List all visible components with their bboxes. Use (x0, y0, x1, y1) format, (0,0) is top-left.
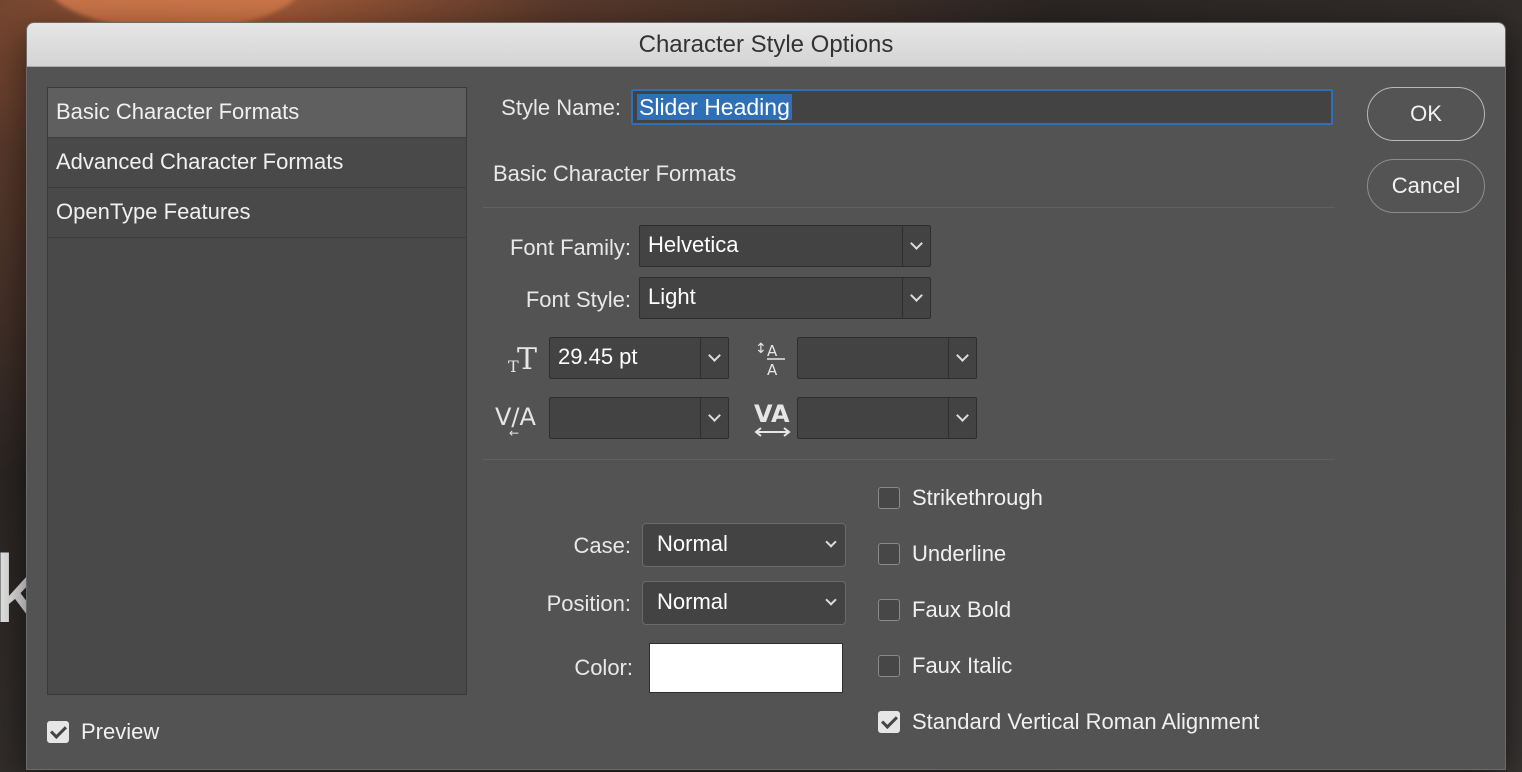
chevron-down-icon (825, 536, 837, 548)
chevron-down-icon (902, 278, 930, 318)
chevron-down-icon (948, 398, 976, 438)
position-value: Normal (657, 589, 728, 614)
chevron-down-icon (902, 226, 930, 266)
section-divider (483, 459, 1335, 460)
standard-vertical-roman-alignment-option[interactable]: Standard Vertical Roman Alignment (878, 709, 1259, 735)
font-style-value: Light (648, 284, 696, 309)
font-style-label: Font Style: (525, 287, 631, 312)
font-family-label: Font Family: (509, 235, 631, 260)
svg-text:A: A (767, 342, 778, 360)
position-dropdown[interactable]: Normal (642, 581, 846, 625)
font-style-dropdown[interactable]: Light (639, 277, 931, 319)
font-size-combo[interactable]: 29.45 pt (549, 337, 729, 379)
leading-icon: ↕ A A (755, 339, 791, 379)
svg-text:←: ← (509, 426, 519, 439)
svg-text:VA: VA (754, 400, 790, 428)
faux-bold-checkbox[interactable] (878, 599, 900, 621)
faux-bold-option[interactable]: Faux Bold (878, 597, 1011, 623)
preview-option[interactable]: Preview (47, 719, 159, 745)
standard-vertical-roman-alignment-label: Standard Vertical Roman Alignment (912, 709, 1260, 734)
faux-italic-option[interactable]: Faux Italic (878, 653, 1012, 679)
font-family-value: Helvetica (648, 232, 739, 257)
underline-checkbox[interactable] (878, 543, 900, 565)
color-swatch[interactable] (649, 643, 843, 693)
font-size-value: 29.45 pt (558, 344, 638, 369)
dialog-title: Character Style Options (27, 23, 1505, 67)
font-family-dropdown[interactable]: Helvetica (639, 225, 931, 267)
case-dropdown[interactable]: Normal (642, 523, 846, 567)
kerning-icon: V/A ← (495, 399, 539, 440)
chevron-down-icon (700, 398, 728, 438)
standard-vertical-roman-alignment-checkbox[interactable] (878, 711, 900, 733)
strikethrough-option[interactable]: Strikethrough (878, 485, 1043, 511)
style-name-label: Style Name: (501, 95, 621, 120)
svg-text:T: T (517, 342, 537, 377)
character-style-options-dialog: Character Style Options Basic Character … (26, 22, 1506, 770)
faux-italic-checkbox[interactable] (878, 655, 900, 677)
preview-label: Preview (81, 719, 160, 744)
underline-label: Underline (912, 541, 1007, 566)
kerning-combo[interactable] (549, 397, 729, 439)
ok-button[interactable]: OK (1367, 87, 1485, 141)
section-divider (483, 207, 1335, 208)
leading-combo[interactable] (797, 337, 977, 379)
style-name-input[interactable]: Slider Heading (631, 89, 1333, 125)
faux-italic-label: Faux Italic (912, 653, 1013, 678)
sidebar-item-advanced-character-formats[interactable]: Advanced Character Formats (48, 138, 466, 188)
sidebar-item-basic-character-formats[interactable]: Basic Character Formats (48, 88, 466, 138)
case-label: Case: (573, 533, 631, 558)
strikethrough-label: Strikethrough (912, 485, 1043, 510)
cancel-button[interactable]: Cancel (1367, 159, 1485, 213)
tracking-icon: VA (753, 399, 793, 439)
tracking-combo[interactable] (797, 397, 977, 439)
svg-text:↕: ↕ (755, 341, 767, 357)
position-label: Position: (546, 591, 631, 616)
sidebar-item-opentype-features[interactable]: OpenType Features (48, 188, 466, 238)
case-value: Normal (657, 531, 728, 556)
strikethrough-checkbox[interactable] (878, 487, 900, 509)
svg-text:A: A (767, 361, 778, 379)
section-title: Basic Character Formats (493, 161, 737, 186)
chevron-down-icon (700, 338, 728, 378)
chevron-down-icon (825, 594, 837, 606)
chevron-down-icon (948, 338, 976, 378)
faux-bold-label: Faux Bold (912, 597, 1012, 622)
category-sidebar: Basic Character Formats Advanced Charact… (47, 87, 467, 695)
preview-checkbox[interactable] (47, 721, 69, 743)
color-label: Color: (574, 655, 633, 680)
font-size-icon: TT (505, 339, 545, 379)
style-name-value: Slider Heading (637, 94, 792, 120)
underline-option[interactable]: Underline (878, 541, 1006, 567)
